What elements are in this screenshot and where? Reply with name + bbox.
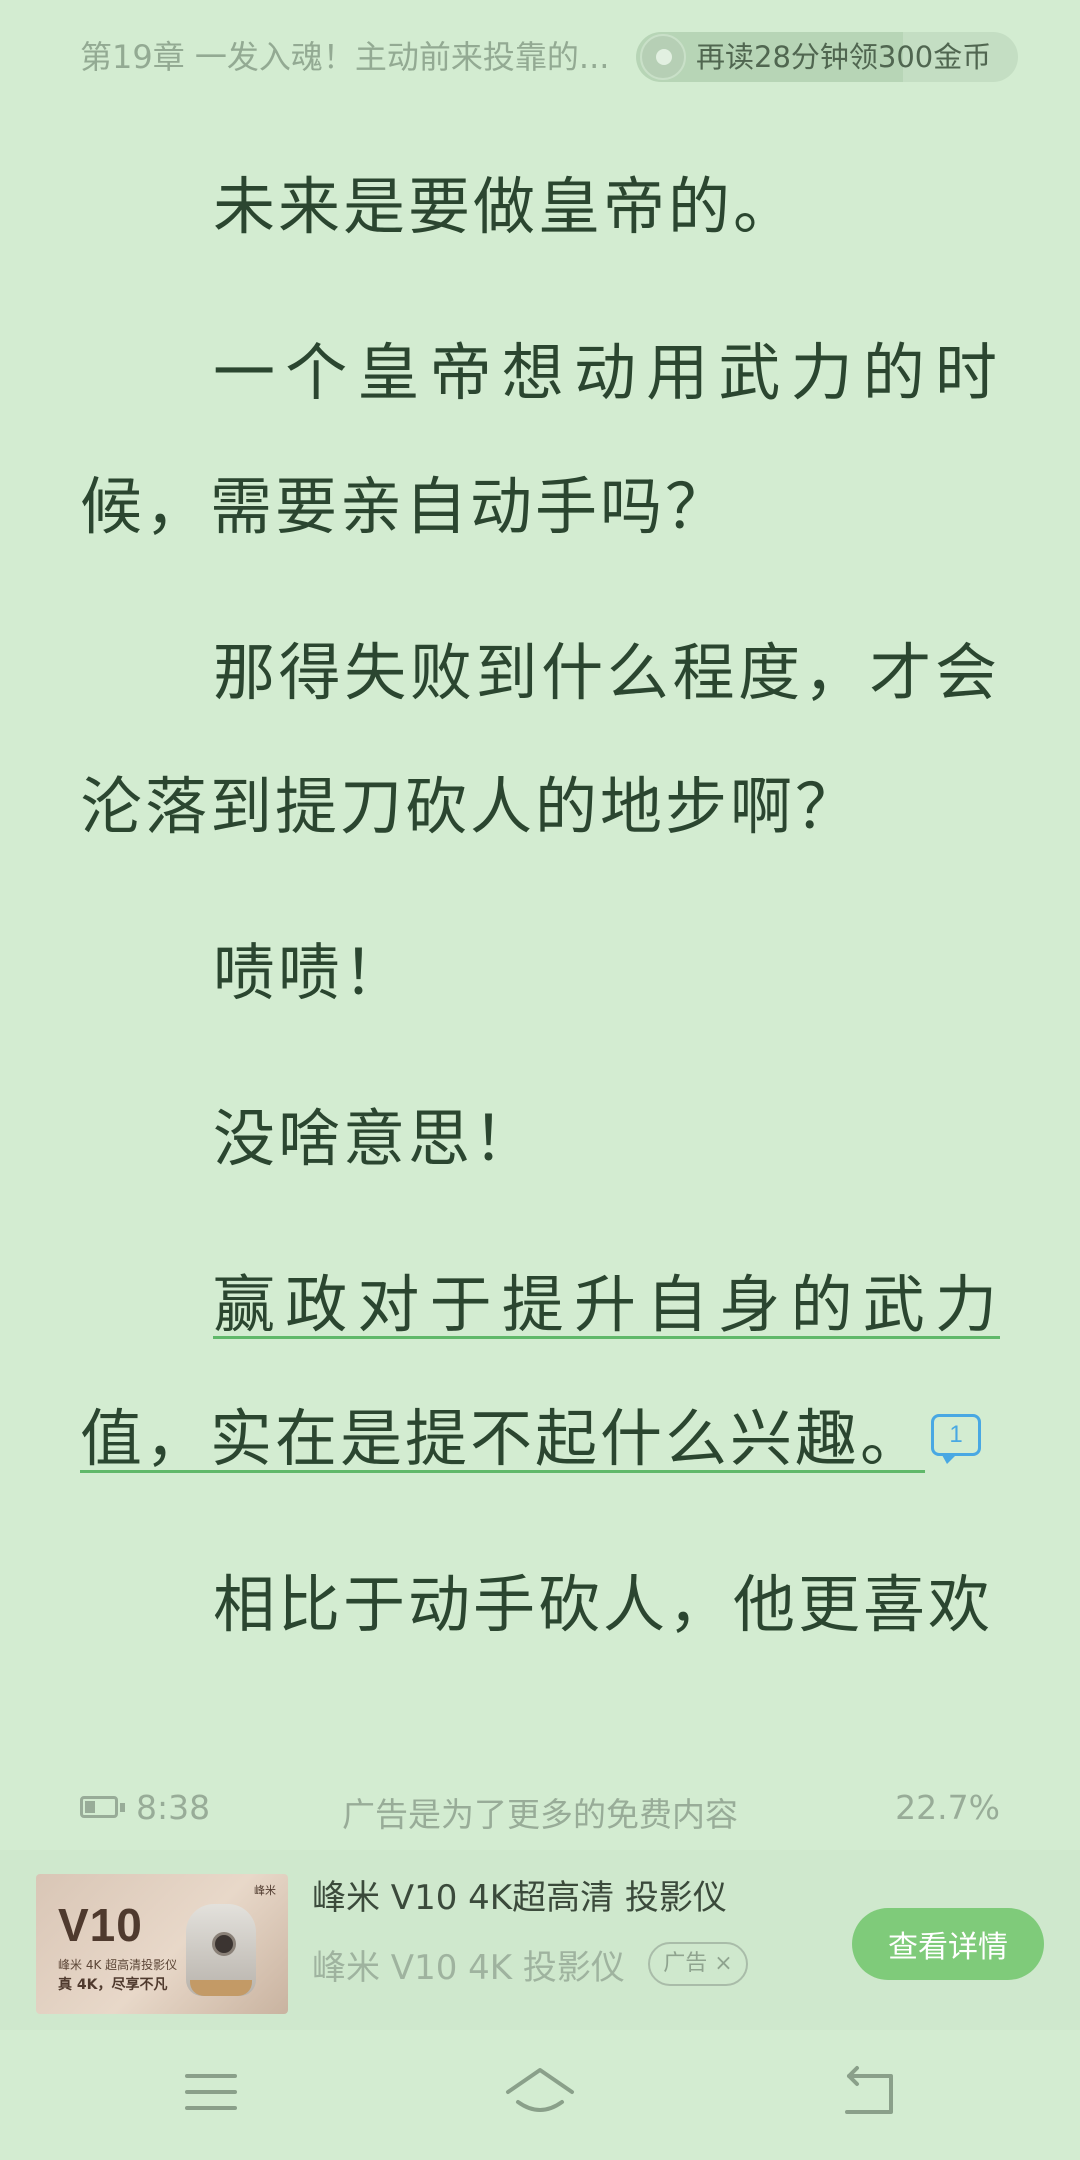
comment-badge[interactable]: 1	[931, 1414, 982, 1464]
highlighted-paragraph[interactable]: 赢政对于提升自身的武力值，实在是提不起什么兴趣。 1	[80, 1238, 1000, 1506]
paragraph: 一个皇帝想动用武力的时候，需要亲自动手吗？	[80, 336, 1000, 543]
chapter-title: 第19章 一发入魂！主动前来投靠的...	[80, 38, 610, 76]
ad-description[interactable]: 峰米 V10 4K 投影仪	[312, 1940, 625, 1989]
ad-title[interactable]: 峰米 V10 4K超高清 投影仪	[312, 1870, 727, 1919]
ad-image[interactable]: 峰米 V10 峰米 4K 超高清投影仪 真 4K，尽享不凡	[36, 1874, 288, 2014]
projector-image	[186, 1904, 256, 1996]
ad-image-subline: 峰米 4K 超高清投影仪	[58, 1958, 178, 1972]
projector-base	[190, 1980, 252, 1996]
ad-image-slogan: 真 4K，尽享不凡	[58, 1977, 168, 1993]
ad-image-brand: 峰米	[254, 1884, 276, 1897]
paragraph: 没啥意思！	[213, 1102, 539, 1175]
paragraph: 未来是要做皇帝的。	[213, 170, 799, 243]
projector-lens	[212, 1932, 236, 1956]
coin-timer-icon	[640, 34, 686, 80]
reader-header: 第19章 一发入魂！主动前来投靠的... 再读28分钟领300金币	[0, 0, 1080, 115]
highlighted-text[interactable]: 赢政对于提升自身的武力值，实在是提不起什么兴趣。	[80, 1268, 1000, 1475]
paragraph: 啧啧！	[213, 936, 409, 1009]
reader-content[interactable]: 未来是要做皇帝的。 一个皇帝想动用武力的时候，需要亲自动手吗？ 那得失败到什么程…	[80, 140, 1000, 1704]
paragraph: 那得失败到什么程度，才会沦落到提刀砍人的地步啊？	[80, 636, 1000, 843]
reading-reward-pill[interactable]: 再读28分钟领300金币	[636, 32, 1018, 82]
back-icon[interactable]	[829, 2062, 909, 2122]
ad-image-headline: V10	[58, 1899, 143, 1951]
reading-status-bar: 8:38 广告是为了更多的免费内容 22.7%	[0, 1782, 1080, 1842]
reading-progress-percent: 22.7%	[895, 1788, 1000, 1827]
menu-icon[interactable]	[171, 2062, 251, 2122]
paragraph: 相比于动手砍人，他更喜欢	[213, 1568, 994, 1641]
view-details-button[interactable]: 查看详情	[852, 1908, 1044, 1980]
ad-banner[interactable]: 峰米 V10 峰米 4K 超高清投影仪 真 4K，尽享不凡 峰米 V10 4K超…	[0, 1850, 1080, 2030]
system-nav-bar	[0, 2040, 1080, 2160]
reward-text: 再读28分钟领300金币	[696, 40, 992, 74]
home-icon[interactable]	[500, 2062, 580, 2122]
ad-close-tag[interactable]: 广告 ×	[648, 1942, 748, 1986]
